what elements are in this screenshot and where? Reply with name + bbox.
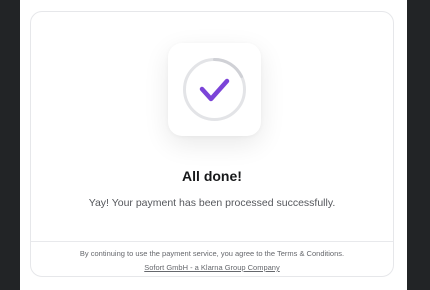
checkmark-icon [183, 58, 246, 121]
payment-page: All done! Yay! Your payment has been pro… [20, 0, 407, 290]
window-edge-right [407, 0, 430, 290]
company-link[interactable]: Sofort GmbH - a Klarna Group Company [144, 263, 279, 272]
company-line: Sofort GmbH - a Klarna Group Company [31, 263, 393, 272]
success-icon-tile [168, 43, 261, 136]
success-card: All done! Yay! Your payment has been pro… [30, 11, 394, 277]
success-message: Yay! Your payment has been processed suc… [88, 197, 336, 209]
terms-notice: By continuing to use the payment service… [79, 249, 345, 258]
success-title: All done! [182, 168, 242, 184]
footer-divider [31, 241, 393, 242]
window-edge-left [0, 0, 20, 290]
